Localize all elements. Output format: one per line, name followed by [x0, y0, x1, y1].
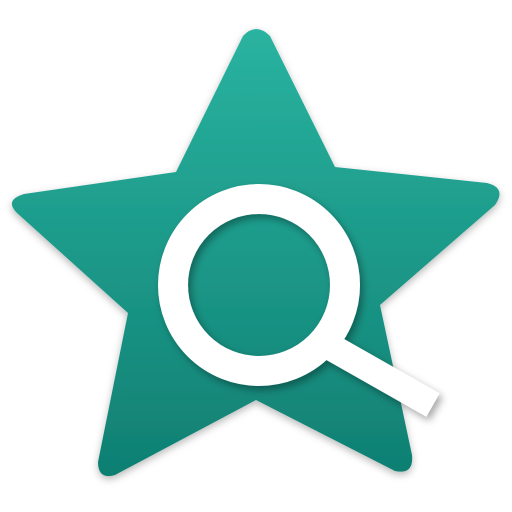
app-icon: [0, 0, 512, 512]
app-icon-graphic: [11, 29, 500, 477]
